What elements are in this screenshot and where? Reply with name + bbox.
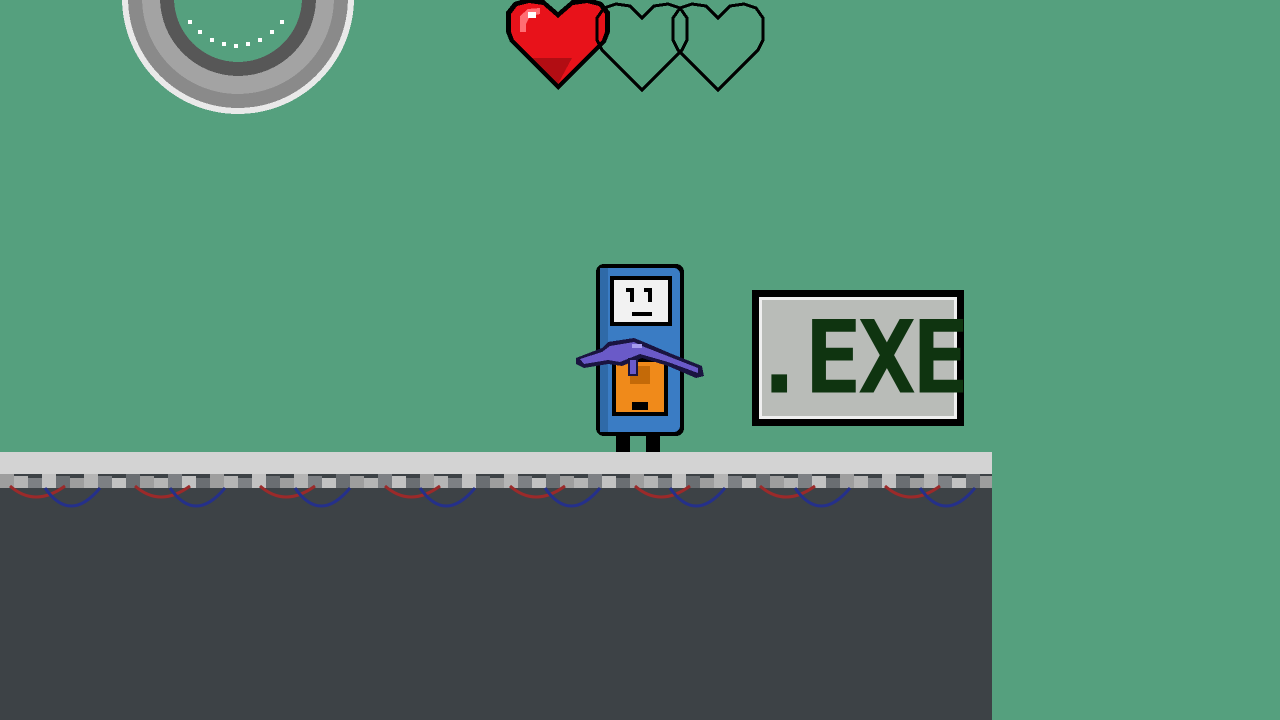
heart-full-icon	[506, 0, 610, 90]
health-bar	[502, 0, 782, 96]
saw-blade-icon	[120, 0, 356, 116]
player-character	[572, 262, 706, 458]
game-viewport[interactable]: .EXE	[0, 0, 1280, 720]
platform-surface	[0, 452, 992, 474]
garland-decoration	[9, 484, 977, 508]
ground-platform	[0, 452, 992, 720]
exe-sign-text: .EXE	[750, 299, 969, 417]
exe-sign: .EXE	[750, 290, 970, 426]
